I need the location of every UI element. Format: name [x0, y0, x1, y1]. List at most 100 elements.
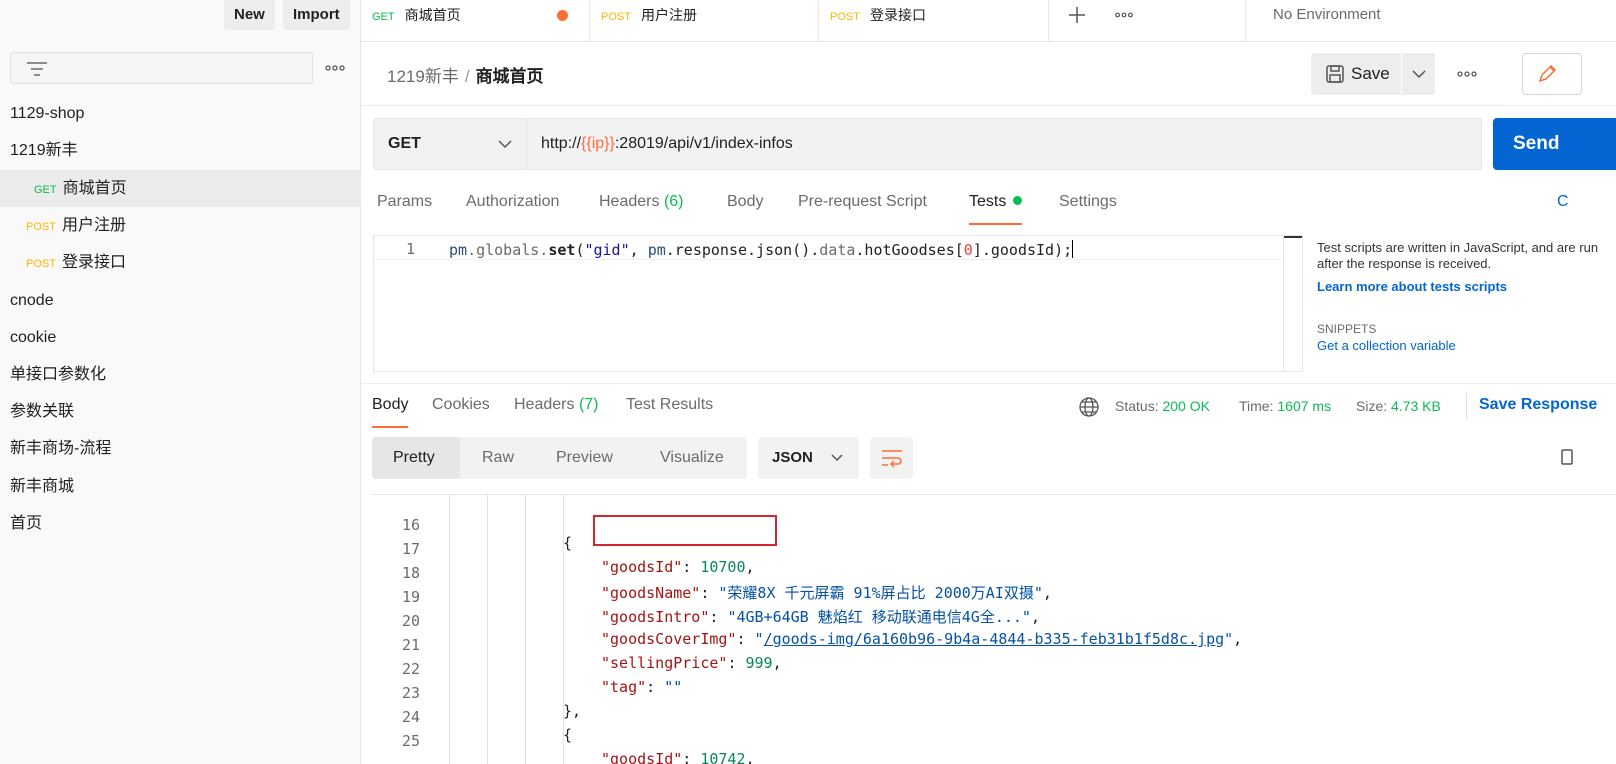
response-divider	[361, 383, 1616, 384]
response-tab-body[interactable]: Body	[372, 396, 409, 428]
edit-button[interactable]	[1522, 53, 1582, 95]
editor-scrollbar[interactable]	[1283, 236, 1302, 371]
cookies-link[interactable]: C	[1557, 193, 1569, 211]
breadcrumb-current[interactable]: 商城首页	[476, 67, 544, 86]
size-indicator[interactable]: Size: 4.73 KB	[1356, 398, 1441, 414]
mode-raw[interactable]: Raw	[482, 437, 514, 479]
save-response-button[interactable]: Save Response	[1479, 396, 1597, 414]
code-line[interactable]: pm.globals.set("gid", pm.response.json()…	[449, 240, 1074, 259]
request-item-login[interactable]: POST 登录接口	[0, 244, 361, 281]
more-options-icon[interactable]	[323, 56, 347, 80]
environment-selector[interactable]: No Environment	[1245, 0, 1616, 42]
save-button[interactable]: Save	[1311, 53, 1401, 95]
request-item-home[interactable]: GET 商城首页	[0, 170, 361, 207]
mode-preview[interactable]: Preview	[556, 437, 613, 479]
breadcrumb-parent[interactable]: 1219新丰	[387, 67, 459, 86]
json-line: 20 "goodsCoverImg": "/goods-img/6a160b96…	[372, 594, 1616, 648]
method-badge: POST	[830, 11, 860, 23]
save-icon	[1326, 65, 1344, 83]
collection-flow[interactable]: 新丰商场-流程	[0, 430, 361, 467]
url-variable: {{ip}}	[581, 135, 615, 152]
collection-shop[interactable]: 新丰商城	[0, 468, 361, 505]
json-line: 21 "sellingPrice": 999,	[372, 618, 1616, 672]
collection-1129-shop[interactable]: 1129-shop	[0, 95, 361, 132]
code-token: set	[548, 241, 576, 259]
status-indicator[interactable]: Status: 200 OK	[1115, 398, 1210, 414]
learn-more-link[interactable]: Learn more about tests scripts	[1317, 279, 1616, 295]
plus-icon[interactable]	[1067, 5, 1087, 25]
more-actions-icon[interactable]	[1455, 62, 1479, 86]
tab-headers-label: Headers	[599, 193, 660, 210]
url-suffix: :28019/api/v1/index-infos	[614, 135, 793, 152]
tab-label: 商城首页	[404, 7, 461, 23]
snippet-link[interactable]: Get a collection variable	[1317, 338, 1616, 354]
send-button[interactable]: Send	[1493, 118, 1616, 170]
tab-pre-request-script[interactable]: Pre-request Script	[798, 193, 927, 223]
filter-icon[interactable]	[26, 61, 48, 77]
response-headers-label: Headers	[514, 396, 575, 413]
mode-pretty[interactable]: Pretty	[372, 437, 460, 479]
status-value: 200 OK	[1162, 398, 1210, 414]
method-select[interactable]: GET	[373, 118, 527, 170]
pencil-icon	[1538, 64, 1557, 83]
code-token: 0	[963, 241, 973, 259]
copy-icon[interactable]	[1560, 447, 1574, 467]
collection-parameterize[interactable]: 单接口参数化	[0, 356, 361, 393]
tab-headers[interactable]: Headers (6)	[599, 193, 684, 223]
snippets-heading: SNIPPETS	[1317, 322, 1377, 336]
tab-login[interactable]: POST 登录接口	[819, 0, 1049, 42]
method-badge: POST	[26, 221, 56, 233]
collection-cnode[interactable]: cnode	[0, 282, 361, 319]
save-options-button[interactable]	[1402, 53, 1435, 95]
response-body[interactable]: 16 { 17 "goodsId": 10700, 18 "goodsName"…	[372, 494, 1616, 764]
tab-authorization[interactable]: Authorization	[466, 193, 559, 223]
response-tab-cookies[interactable]: Cookies	[432, 396, 490, 426]
tab-label: 用户注册	[640, 7, 697, 23]
tab-home[interactable]: GET 商城首页	[361, 0, 590, 42]
time-value: 1607 ms	[1277, 398, 1332, 414]
line-number: 1	[406, 240, 416, 258]
collection-cookie[interactable]: cookie	[0, 319, 361, 356]
status-label: Status:	[1115, 398, 1159, 414]
globe-icon[interactable]	[1078, 396, 1100, 418]
json-line: 25 "goodsId": 10742,	[372, 714, 1616, 764]
tab-settings[interactable]: Settings	[1059, 193, 1117, 223]
unsaved-dot-icon	[557, 10, 568, 21]
request-item-register[interactable]: POST 用户注册	[0, 207, 361, 244]
code-token: .response.json().	[665, 241, 820, 259]
filter-input[interactable]	[10, 52, 313, 84]
tests-helper-panel: Test scripts are written in JavaScript, …	[1317, 240, 1616, 354]
wrap-lines-button[interactable]	[870, 437, 913, 479]
url-input[interactable]: http://{{ip}}:28019/api/v1/index-infos	[527, 118, 1482, 170]
size-value: 4.73 KB	[1391, 398, 1441, 414]
method-value: GET	[388, 135, 421, 152]
response-tab-test-results[interactable]: Test Results	[626, 396, 713, 426]
code-token: pm	[647, 241, 666, 259]
chevron-down-icon	[831, 454, 843, 462]
more-tabs-icon[interactable]	[1113, 4, 1135, 26]
json-line-number: 25	[401, 732, 420, 750]
response-tab-headers[interactable]: Headers (7)	[514, 396, 599, 426]
time-indicator[interactable]: Time: 1607 ms	[1239, 398, 1331, 414]
mode-visualize[interactable]: Visualize	[660, 437, 724, 479]
format-select[interactable]: JSON	[758, 437, 859, 479]
method-badge: GET	[34, 184, 57, 196]
code-token: .hotGoodses[	[855, 241, 964, 259]
collection-param-link[interactable]: 参数关联	[0, 393, 361, 430]
code-token: data	[819, 241, 856, 259]
sidebar: New Import 1129-shop 1219新丰 GET 商城首页 POST…	[0, 0, 361, 764]
json-line: 17 "goodsId": 10700,	[372, 522, 1616, 576]
tab-register[interactable]: POST 用户注册	[590, 0, 819, 42]
tab-body[interactable]: Body	[727, 193, 763, 223]
chevron-down-icon	[498, 140, 512, 149]
tab-params[interactable]: Params	[377, 193, 432, 223]
tests-editor[interactable]: 1 pm.globals.set("gid", pm.response.json…	[373, 235, 1303, 372]
collection-1219[interactable]: 1219新丰	[0, 132, 361, 169]
wrap-lines-icon	[882, 450, 902, 468]
new-button[interactable]: New	[224, 0, 275, 30]
code-token: pm	[449, 241, 468, 259]
import-button[interactable]: Import	[283, 0, 350, 30]
tab-tests[interactable]: Tests	[969, 193, 1023, 225]
collection-home[interactable]: 首页	[0, 505, 361, 542]
text-cursor	[1072, 240, 1074, 258]
